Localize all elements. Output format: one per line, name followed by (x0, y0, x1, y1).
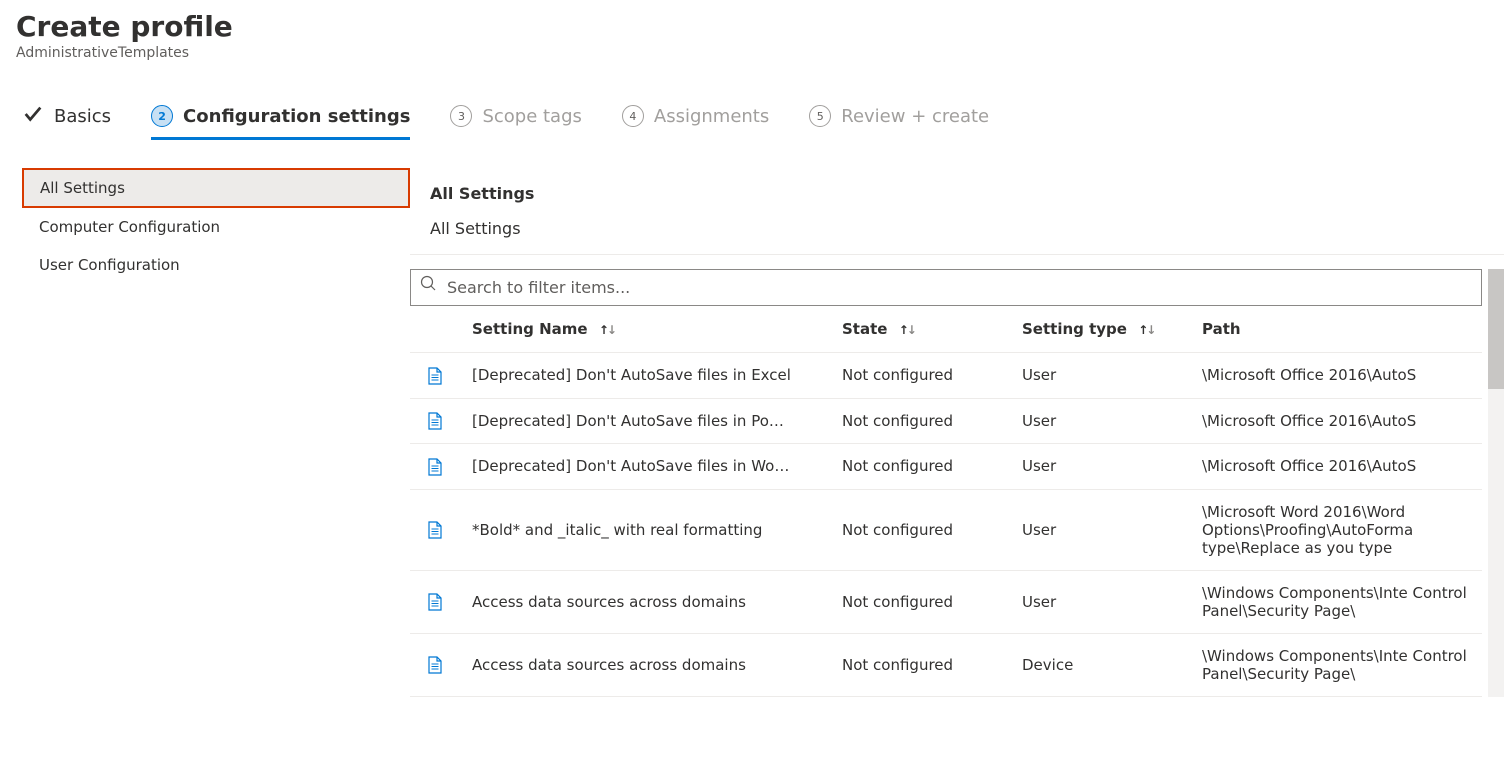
cell-path: \Microsoft Office 2016\AutoS (1190, 444, 1482, 490)
table-row[interactable]: Access data sources across domainsNot co… (410, 570, 1482, 633)
table-row[interactable]: [Deprecated] Don't AutoSave files in Wo…… (410, 444, 1482, 490)
table-row[interactable]: [Deprecated] Don't AutoSave files in Exc… (410, 353, 1482, 399)
step-number-icon: 5 (809, 105, 831, 127)
column-header-label: Path (1202, 320, 1241, 338)
step-assignments[interactable]: 4 Assignments (622, 105, 769, 140)
step-number-icon: 3 (450, 105, 472, 127)
column-header-state[interactable]: State ↑↓ (830, 306, 1010, 353)
document-icon (427, 458, 443, 476)
breadcrumb: All Settings (410, 211, 1504, 255)
page-header: Create profile AdministrativeTemplates (0, 0, 1504, 67)
sidebar-item-all-settings[interactable]: All Settings (22, 168, 410, 208)
cell-path: \Microsoft Office 2016\AutoS (1190, 353, 1482, 399)
cell-path: \Microsoft Word 2016\Word Options\Proofi… (1190, 489, 1482, 570)
column-header-label: State (842, 320, 887, 338)
cell-setting-name: Access data sources across domains (460, 633, 830, 696)
cell-setting-name: *Bold* and _italic_ with real formatting (460, 489, 830, 570)
sidebar-item-label: Computer Configuration (39, 218, 220, 236)
cell-path: \Microsoft Office 2016\AutoS (1190, 398, 1482, 444)
step-number-icon: 2 (151, 105, 173, 127)
main-content: All Settings All Settings (410, 168, 1504, 697)
document-icon (427, 367, 443, 385)
sort-icon: ↑↓ (899, 323, 915, 337)
column-header-name[interactable]: Setting Name ↑↓ (460, 306, 830, 353)
step-basics[interactable]: Basics (22, 103, 111, 142)
step-label: Scope tags (482, 106, 581, 127)
sort-icon: ↑↓ (1138, 323, 1154, 337)
cell-state: Not configured (830, 489, 1010, 570)
page-title: Create profile (16, 10, 1488, 43)
page-subtitle: AdministrativeTemplates (16, 45, 1488, 61)
step-label: Review + create (841, 106, 989, 127)
step-label: Assignments (654, 106, 769, 127)
cell-setting-type: Device (1010, 633, 1190, 696)
step-label: Configuration settings (183, 106, 410, 127)
cell-setting-type: User (1010, 398, 1190, 444)
content-heading: All Settings (410, 168, 1504, 211)
cell-state: Not configured (830, 353, 1010, 399)
settings-table: Setting Name ↑↓ State ↑↓ Setting type ↑↓ (410, 306, 1482, 697)
cell-state: Not configured (830, 633, 1010, 696)
step-number-icon: 4 (622, 105, 644, 127)
wizard-steps: Basics 2 Configuration settings 3 Scope … (0, 67, 1504, 142)
search-input[interactable] (410, 269, 1482, 306)
step-configuration-settings[interactable]: 2 Configuration settings (151, 105, 410, 140)
search-icon (420, 275, 436, 295)
document-icon (427, 593, 443, 611)
cell-path: \Windows Components\Inte Control Panel\S… (1190, 570, 1482, 633)
sidebar: All Settings Computer Configuration User… (0, 168, 410, 284)
cell-path: \Windows Components\Inte Control Panel\S… (1190, 633, 1482, 696)
cell-setting-type: User (1010, 489, 1190, 570)
column-header-label: Setting Name (472, 320, 588, 338)
column-header-label: Setting type (1022, 320, 1127, 338)
step-label: Basics (54, 106, 111, 127)
cell-setting-type: User (1010, 570, 1190, 633)
step-scope-tags[interactable]: 3 Scope tags (450, 105, 581, 140)
table-row[interactable]: *Bold* and _italic_ with real formatting… (410, 489, 1482, 570)
cell-state: Not configured (830, 444, 1010, 490)
cell-setting-name: Access data sources across domains (460, 570, 830, 633)
sidebar-item-computer-configuration[interactable]: Computer Configuration (22, 208, 410, 246)
cell-setting-name: [Deprecated] Don't AutoSave files in Wo… (460, 444, 830, 490)
scrollbar-thumb[interactable] (1488, 269, 1504, 389)
sidebar-item-user-configuration[interactable]: User Configuration (22, 246, 410, 284)
table-row[interactable]: Access data sources across domainsNot co… (410, 633, 1482, 696)
cell-setting-name: [Deprecated] Don't AutoSave files in Exc… (460, 353, 830, 399)
check-icon (22, 103, 44, 129)
step-review-create[interactable]: 5 Review + create (809, 105, 989, 140)
cell-state: Not configured (830, 398, 1010, 444)
scrollbar[interactable] (1488, 269, 1504, 697)
cell-setting-type: User (1010, 353, 1190, 399)
document-icon (427, 412, 443, 430)
table-row[interactable]: [Deprecated] Don't AutoSave files in Po…… (410, 398, 1482, 444)
sidebar-item-label: User Configuration (39, 256, 180, 274)
document-icon (427, 656, 443, 674)
cell-setting-type: User (1010, 444, 1190, 490)
sort-icon: ↑↓ (599, 323, 615, 337)
cell-state: Not configured (830, 570, 1010, 633)
document-icon (427, 521, 443, 539)
column-header-path[interactable]: Path (1190, 306, 1482, 353)
column-header-type[interactable]: Setting type ↑↓ (1010, 306, 1190, 353)
cell-setting-name: [Deprecated] Don't AutoSave files in Po… (460, 398, 830, 444)
sidebar-item-label: All Settings (40, 179, 125, 197)
